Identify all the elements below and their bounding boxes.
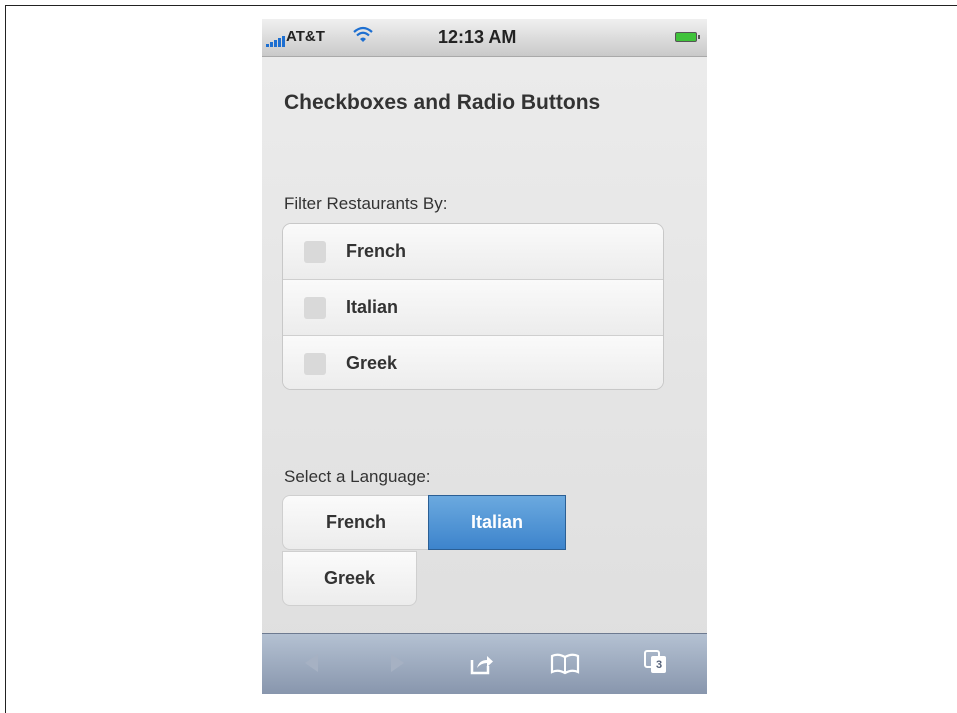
checkbox-label: Greek — [346, 353, 398, 373]
phone-screen: AT&T 12:13 AM Checkboxes and Radio Butto… — [262, 19, 707, 694]
forward-arrow-icon[interactable] — [387, 652, 407, 674]
filter-label: Filter Restaurants By: — [284, 194, 448, 213]
carrier-name: AT&T — [286, 28, 325, 45]
radio-french[interactable]: French — [282, 495, 429, 550]
checkbox-label: Italian — [346, 297, 399, 317]
status-time: 12:13 AM — [438, 27, 517, 47]
tabs-icon[interactable]: 3 — [643, 649, 669, 675]
bookmarks-icon[interactable] — [550, 652, 580, 676]
checkbox-french[interactable]: French — [283, 224, 663, 280]
checkbox-icon[interactable] — [304, 297, 326, 319]
back-arrow-icon[interactable] — [302, 652, 322, 674]
status-bar: AT&T 12:13 AM — [262, 19, 707, 57]
wifi-icon — [353, 26, 373, 42]
checkbox-greek[interactable]: Greek — [283, 336, 663, 389]
checkbox-icon[interactable] — [304, 241, 326, 263]
browser-toolbar: 3 — [262, 633, 707, 694]
checkbox-italian[interactable]: Italian — [283, 280, 663, 336]
language-label: Select a Language: — [284, 467, 431, 486]
checkbox-icon[interactable] — [304, 353, 326, 375]
share-icon[interactable] — [469, 652, 495, 676]
page-title: Checkboxes and Radio Buttons — [284, 91, 601, 114]
radio-italian-selected[interactable]: Italian — [428, 495, 566, 550]
filter-checklist: French Italian Greek — [282, 223, 664, 390]
tab-count: 3 — [656, 659, 663, 671]
radio-greek[interactable]: Greek — [282, 551, 417, 606]
signal-icon — [266, 36, 285, 47]
battery-icon — [675, 32, 700, 42]
checkbox-label: French — [346, 241, 407, 261]
